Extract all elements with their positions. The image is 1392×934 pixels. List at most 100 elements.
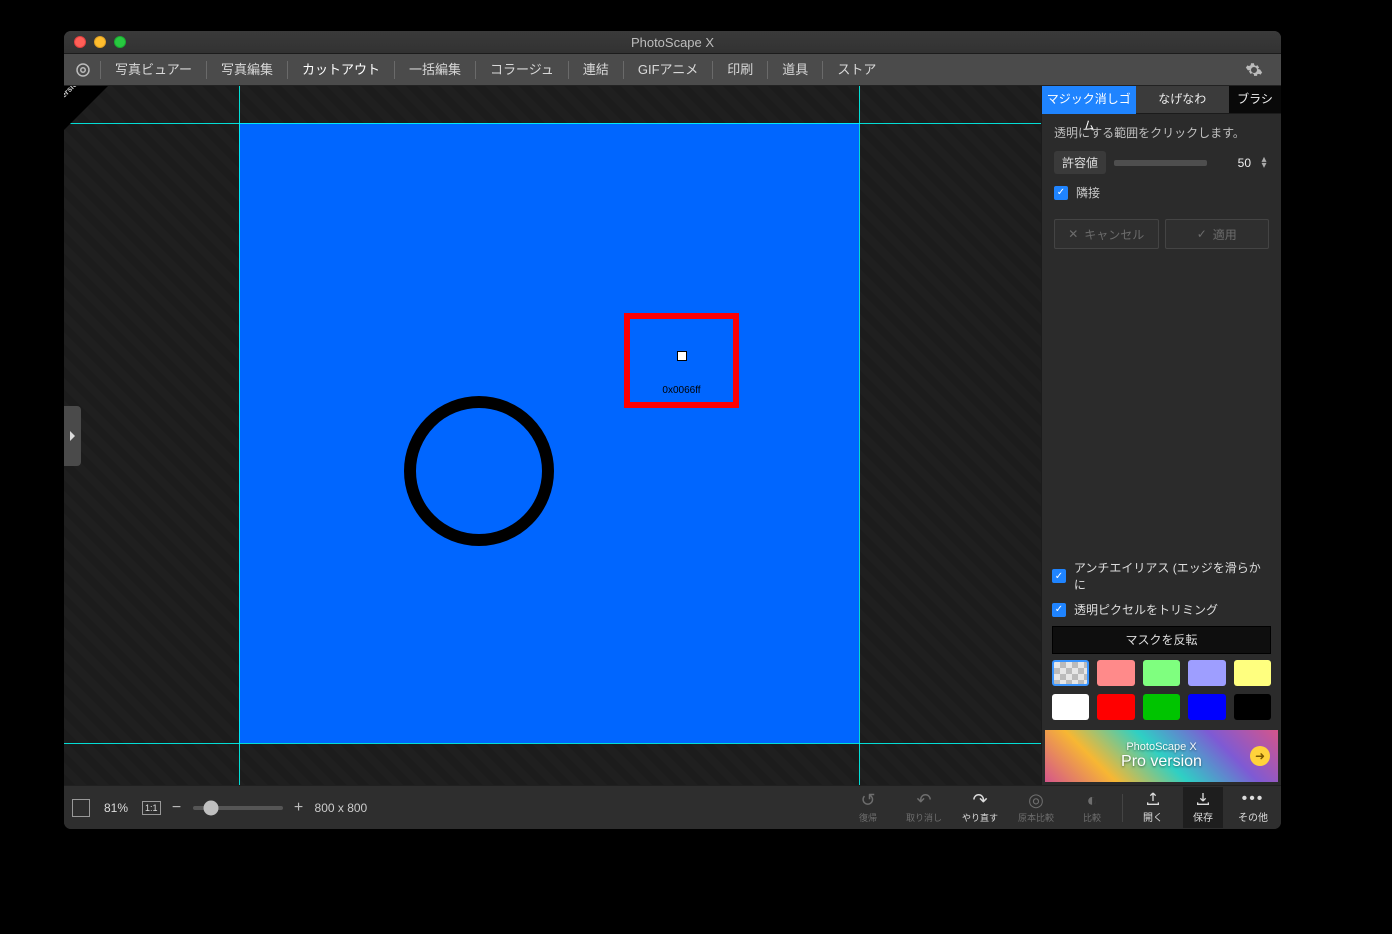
save-button[interactable]: 保存 xyxy=(1183,787,1223,828)
separator xyxy=(1122,794,1123,822)
swatch-color[interactable] xyxy=(1052,694,1089,720)
tab-tools[interactable]: 道具 xyxy=(768,54,822,86)
cancel-label: キャンセル xyxy=(1084,226,1144,243)
tool-tabs: マジック消しゴム なげなわ ブラシ xyxy=(1042,86,1281,114)
contiguous-checkbox[interactable]: ✓ xyxy=(1054,186,1068,200)
tolerance-row: 許容値 50 ▴▾ xyxy=(1054,151,1269,174)
promo-brand: PhotoScape X xyxy=(1126,741,1196,753)
tool-tab-magic-eraser[interactable]: マジック消しゴム xyxy=(1042,86,1136,114)
antialias-checkbox[interactable]: ✓ xyxy=(1052,569,1066,583)
undo-label: 取り消し xyxy=(904,811,944,824)
pro-badge[interactable]: PRO Version xyxy=(64,86,108,130)
zoom-slider[interactable] xyxy=(193,806,283,810)
tab-cutout[interactable]: カットアウト xyxy=(288,54,394,86)
compare-label: 比較 xyxy=(1072,811,1112,824)
swatch-color[interactable] xyxy=(1143,694,1180,720)
zoom-out-button[interactable]: − xyxy=(171,799,183,817)
redo-icon: ↷ xyxy=(960,791,1000,809)
original-label: 原本比較 xyxy=(1016,811,1056,824)
revert-label: 復帰 xyxy=(848,811,888,824)
image-circle-shape xyxy=(404,396,554,546)
fit-icon[interactable] xyxy=(72,799,90,817)
swatch-color[interactable] xyxy=(1143,660,1180,686)
swatch-color[interactable] xyxy=(1234,694,1271,720)
tab-combine[interactable]: 連結 xyxy=(569,54,623,86)
cancel-button[interactable]: ✕ キャンセル xyxy=(1054,219,1159,249)
antialias-row[interactable]: ✓ アンチエイリアス (エッジを滑らかに xyxy=(1052,559,1271,593)
tab-editor[interactable]: 写真編集 xyxy=(207,54,287,86)
one-to-one-button[interactable]: 1:1 xyxy=(142,801,161,815)
undo-button[interactable]: ↶ 取り消し xyxy=(904,791,944,824)
tab-store[interactable]: ストア xyxy=(823,54,890,86)
more-button[interactable]: ••• その他 xyxy=(1233,791,1273,824)
footer-bar: 81% 1:1 − + 800 x 800 ↺ 復帰 ↶ 取り消し ↷ やり直す… xyxy=(64,785,1281,829)
tab-print[interactable]: 印刷 xyxy=(713,54,767,86)
more-label: その他 xyxy=(1233,809,1273,824)
swatch-color[interactable] xyxy=(1188,694,1225,720)
compare-original[interactable]: ◎ 原本比較 xyxy=(1016,791,1056,824)
tolerance-label: 許容値 xyxy=(1054,151,1106,174)
tool-panel: 透明にする範囲をクリックします。 許容値 50 ▴▾ ✓ 隣接 ✕ キャンセル xyxy=(1042,114,1281,259)
promo-arrow-icon: ➜ xyxy=(1250,746,1270,766)
zoom-percent[interactable]: 81% xyxy=(100,801,132,815)
home-icon[interactable] xyxy=(72,59,94,81)
redo-label: やり直す xyxy=(960,811,1000,824)
invert-mask-button[interactable]: マスクを反転 xyxy=(1052,626,1271,654)
revert-icon: ↺ xyxy=(848,791,888,809)
tab-viewer[interactable]: 写真ビュアー xyxy=(101,54,206,86)
app-window: PhotoScape X 写真ビュアー 写真編集 カットアウト 一括編集 コラー… xyxy=(64,31,1281,829)
contiguous-row[interactable]: ✓ 隣接 xyxy=(1054,184,1269,201)
swatch-color[interactable] xyxy=(1188,660,1225,686)
main-area: 0x0066ff PRO Version マジック消しゴム なげなわ ブラシ 透… xyxy=(64,86,1281,785)
swatch-color[interactable] xyxy=(1097,694,1134,720)
tab-batch[interactable]: 一括編集 xyxy=(395,54,475,86)
apply-button[interactable]: ✓ 適用 xyxy=(1165,219,1270,249)
apply-label: 適用 xyxy=(1213,226,1237,243)
settings-gear-icon[interactable] xyxy=(1245,61,1275,79)
trim-label: 透明ピクセルをトリミング xyxy=(1074,601,1218,618)
tab-gif[interactable]: GIFアニメ xyxy=(624,54,712,86)
open-label: 開く xyxy=(1133,809,1173,824)
trim-row[interactable]: ✓ 透明ピクセルをトリミング xyxy=(1052,601,1271,618)
tolerance-stepper[interactable]: ▴▾ xyxy=(1259,157,1269,169)
open-button[interactable]: 開く xyxy=(1133,791,1173,824)
right-panel: マジック消しゴム なげなわ ブラシ 透明にする範囲をクリックします。 許容値 5… xyxy=(1041,86,1281,785)
main-tabs: 写真ビュアー 写真編集 カットアウト 一括編集 コラージュ 連結 GIFアニメ … xyxy=(64,54,1281,86)
swatch-color[interactable] xyxy=(1097,660,1134,686)
swatch-color[interactable] xyxy=(1234,660,1271,686)
bottom-options: ✓ アンチエイリアス (エッジを滑らかに ✓ 透明ピクセルをトリミング マスクを… xyxy=(1042,553,1281,654)
titlebar: PhotoScape X xyxy=(64,31,1281,54)
open-icon xyxy=(1133,791,1173,807)
trim-checkbox[interactable]: ✓ xyxy=(1052,603,1066,617)
check-icon: ✓ xyxy=(1197,227,1207,241)
action-row: ✕ キャンセル ✓ 適用 xyxy=(1054,219,1269,249)
original-icon: ◎ xyxy=(1016,791,1056,809)
background-swatches xyxy=(1042,654,1281,728)
revert-button[interactable]: ↺ 復帰 xyxy=(848,791,888,824)
tolerance-slider[interactable] xyxy=(1114,160,1207,166)
pro-badge-label: PRO Version xyxy=(64,86,83,117)
save-label: 保存 xyxy=(1183,809,1223,824)
tab-collage[interactable]: コラージュ xyxy=(476,54,568,86)
canvas-area[interactable]: 0x0066ff PRO Version xyxy=(64,86,1041,785)
tool-tab-brush[interactable]: ブラシ xyxy=(1229,86,1281,114)
more-icon: ••• xyxy=(1233,791,1273,807)
tool-tab-lasso[interactable]: なげなわ xyxy=(1136,86,1230,114)
undo-icon: ↶ xyxy=(904,791,944,809)
swatch-transparent[interactable] xyxy=(1052,660,1089,686)
antialias-label: アンチエイリアス (エッジを滑らかに xyxy=(1074,559,1271,593)
history-group: ↺ 復帰 ↶ 取り消し ↷ やり直す ◎ 原本比較 ◐ 比較 xyxy=(848,791,1112,824)
window-title: PhotoScape X xyxy=(64,35,1281,50)
close-icon: ✕ xyxy=(1068,227,1078,241)
redo-button[interactable]: ↷ やり直す xyxy=(960,791,1000,824)
save-icon xyxy=(1183,791,1223,807)
compare-button[interactable]: ◐ 比較 xyxy=(1072,791,1112,824)
contiguous-label: 隣接 xyxy=(1076,184,1100,201)
pro-version-promo[interactable]: PhotoScape X Pro version ➜ xyxy=(1045,730,1278,782)
tolerance-value[interactable]: 50 xyxy=(1215,156,1251,170)
canvas-image[interactable] xyxy=(239,123,859,743)
panel-expand-handle[interactable] xyxy=(64,406,81,466)
image-dimensions: 800 x 800 xyxy=(315,801,368,815)
zoom-in-button[interactable]: + xyxy=(293,799,305,817)
tool-hint: 透明にする範囲をクリックします。 xyxy=(1054,124,1269,141)
